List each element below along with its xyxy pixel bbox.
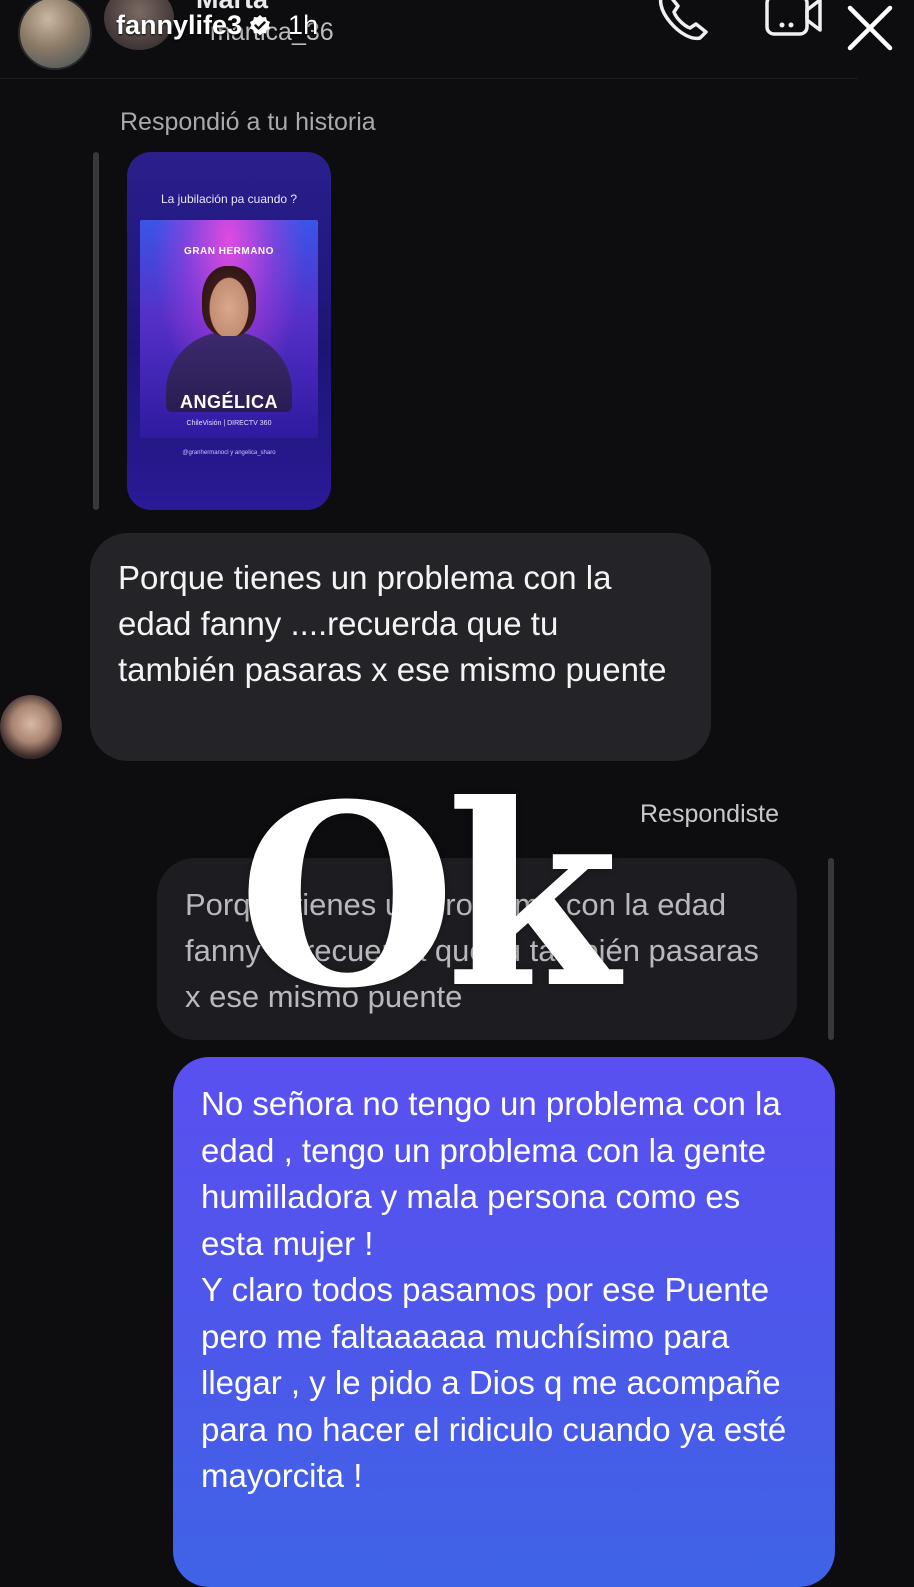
- ok-sticker: Ok: [238, 749, 619, 1043]
- story-reply-context: Respondió a tu historia: [120, 108, 376, 136]
- phone-icon[interactable]: [654, 0, 710, 44]
- story-poster-name: ANGÉLICA: [180, 392, 278, 412]
- incoming-message[interactable]: Porque tienes un problema con la edad fa…: [90, 533, 711, 761]
- story-owner-avatar: [18, 0, 92, 70]
- header-divider: [0, 78, 858, 79]
- verified-badge-icon: [250, 14, 271, 35]
- poster-person-head: [202, 266, 256, 336]
- outgoing-message[interactable]: No señora no tengo un problema con la ed…: [173, 1057, 835, 1587]
- story-show-logo: GRAN HERMANO: [184, 246, 274, 257]
- reply-label: Respondiste: [640, 800, 779, 828]
- video-call-icon[interactable]: [764, 0, 824, 40]
- story-credit: @granhermanocl y angelica_sharo: [182, 450, 276, 456]
- sender-avatar[interactable]: [0, 695, 62, 759]
- close-icon[interactable]: [846, 4, 894, 52]
- story-poster-network: ChileVisión | DIRECTV 360: [186, 420, 272, 427]
- story-caption: La jubilación pa cuando ?: [160, 192, 298, 206]
- quote-bar: [93, 152, 99, 510]
- story-poster: GRAN HERMANO ANGÉLICA ChileVisión | DIRE…: [140, 220, 318, 438]
- story-thumbnail[interactable]: La jubilación pa cuando ? GRAN HERMANO A…: [127, 152, 331, 510]
- story-owner-name: fannylife3: [116, 10, 243, 40]
- story-time: 1h: [288, 10, 319, 40]
- story-owner: fannylife3 1h: [116, 10, 318, 41]
- quote-bar: [828, 858, 834, 1040]
